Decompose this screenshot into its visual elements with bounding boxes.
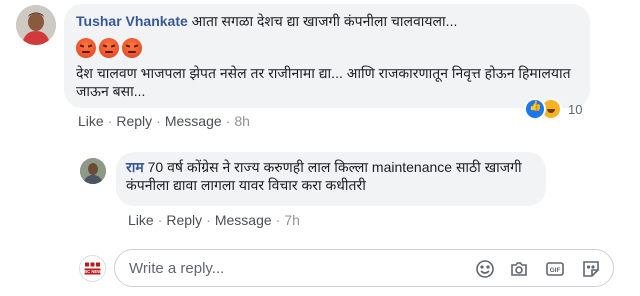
sticker-icon[interactable] — [581, 259, 601, 279]
reply-text: 70 वर्ष कोंग्रेस ने राज्य करुणही लाल किल… — [126, 159, 522, 193]
comment-text-body: देश चालवण भाजपला झेपत नसेल तर राजीनामा द… — [76, 65, 571, 99]
reply-link[interactable]: Reply — [166, 212, 202, 228]
reaction-count: 10 — [568, 101, 583, 117]
comment-actions: Like · Reply · Message · 8h — [78, 113, 250, 129]
replier-name-link[interactable]: राम — [126, 159, 144, 175]
comment-emoji-row — [76, 38, 142, 60]
commenter-name-link[interactable]: Tushar Vhankate — [76, 13, 188, 29]
reply-composer: GIF — [114, 249, 614, 287]
angry-face-icon — [122, 38, 142, 58]
gif-icon[interactable]: GIF — [545, 259, 565, 279]
like-link[interactable]: Like — [78, 113, 104, 129]
page-avatar[interactable]: BBC NEWS — [79, 255, 106, 282]
reply-bubble: राम 70 वर्ष कोंग्रेस ने राज्य करुणही लाल… — [116, 152, 546, 206]
comment-timestamp[interactable]: 8h — [234, 113, 250, 129]
comment-text-first-line: आता सगळा देशच द्या खाजगी कंपनीला चालवायल… — [191, 13, 458, 29]
camera-icon[interactable] — [509, 259, 529, 279]
replier-avatar[interactable] — [80, 158, 106, 184]
like-icon — [524, 98, 546, 120]
gif-icon-label: GIF — [550, 267, 561, 274]
comment-bubble: Tushar Vhankate आता सगळा देशच द्या खाजगी… — [64, 4, 590, 108]
reply-timestamp[interactable]: 7h — [284, 212, 300, 228]
message-link[interactable]: Message — [165, 113, 222, 129]
reply-link[interactable]: Reply — [116, 113, 152, 129]
reply-input[interactable] — [129, 258, 459, 278]
reply-actions: Like · Reply · Message · 7h — [128, 212, 300, 228]
bbc-news-logo-text: BBC NEWS — [81, 269, 104, 274]
emoji-icon[interactable] — [475, 259, 495, 279]
commenter-avatar[interactable] — [16, 5, 56, 45]
reaction-summary[interactable]: 10 — [524, 98, 582, 120]
angry-face-icon — [76, 38, 96, 58]
message-link[interactable]: Message — [215, 212, 272, 228]
like-link[interactable]: Like — [128, 212, 154, 228]
angry-face-icon — [99, 38, 119, 58]
